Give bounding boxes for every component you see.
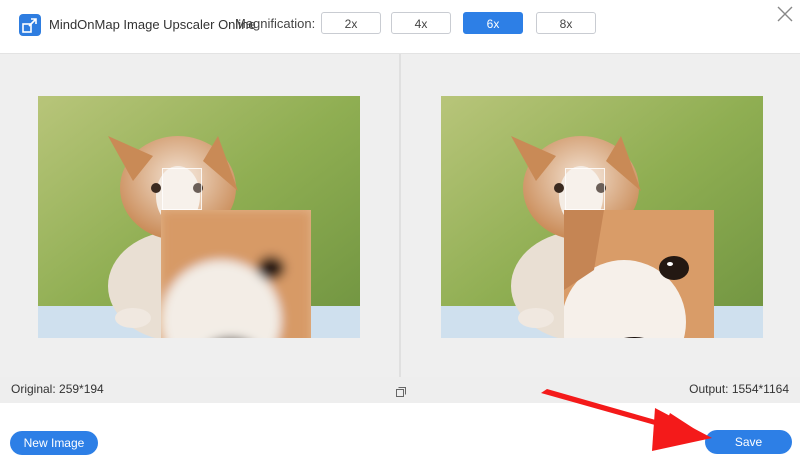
magnification-label: Magnification: <box>235 16 316 31</box>
output-size-label: Output: 1554*1164 <box>689 382 789 396</box>
app-logo-icon <box>19 14 41 36</box>
zoom-preview-original <box>161 210 311 338</box>
header: MindOnMap Image Upscaler Online Magnific… <box>0 0 800 52</box>
close-icon[interactable] <box>776 5 794 23</box>
magnification-2x-button[interactable]: 2x <box>321 12 381 34</box>
new-image-button[interactable]: New Image <box>10 431 98 455</box>
magnification-4x-button[interactable]: 4x <box>391 12 451 34</box>
size-info-bar: Original: 259*194 Output: 1554*1164 <box>0 377 800 403</box>
zoom-region-indicator[interactable] <box>162 168 202 210</box>
output-image <box>441 96 763 338</box>
comparison-area <box>0 53 800 378</box>
app-title: MindOnMap Image Upscaler Online <box>49 17 256 32</box>
divider[interactable] <box>399 54 401 378</box>
zoom-preview-output <box>564 210 714 338</box>
original-image <box>38 96 360 338</box>
save-button[interactable]: Save <box>705 430 792 454</box>
zoom-region-indicator-output[interactable] <box>565 168 605 210</box>
original-size-label: Original: 259*194 <box>11 382 104 396</box>
magnification-8x-button[interactable]: 8x <box>536 12 596 34</box>
compare-icon[interactable] <box>396 384 406 397</box>
magnification-6x-button[interactable]: 6x <box>463 12 523 34</box>
